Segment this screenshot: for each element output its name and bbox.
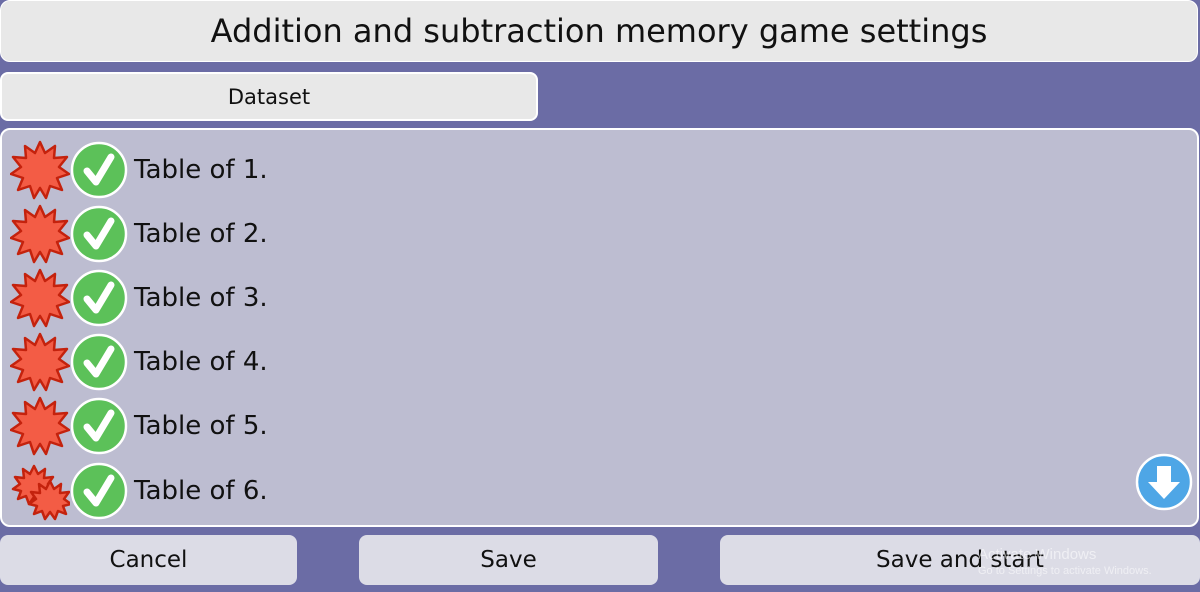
difficulty-burst-icon: [10, 204, 70, 264]
list-item[interactable]: Table of 2.: [10, 204, 268, 264]
save-button[interactable]: Save: [359, 535, 658, 585]
scroll-down-arrow-icon[interactable]: [1135, 453, 1193, 511]
save-and-start-button[interactable]: Save and start: [720, 535, 1200, 585]
list-item-label: Table of 2.: [134, 219, 268, 249]
checkbox-checked-icon[interactable]: [70, 397, 128, 455]
difficulty-burst-icon: [10, 140, 70, 200]
list-item[interactable]: Table of 6.: [10, 461, 268, 521]
checkbox-checked-icon[interactable]: [70, 462, 128, 520]
cancel-button-label: Cancel: [109, 547, 188, 573]
dataset-list: Table of 1. Table of 2. Table of 3. Tabl…: [0, 128, 1199, 527]
list-item[interactable]: Table of 5.: [10, 396, 268, 456]
list-item[interactable]: Table of 4.: [10, 332, 268, 392]
page-title: Addition and subtraction memory game set…: [0, 0, 1198, 62]
tab-dataset-label: Dataset: [227, 84, 311, 109]
cancel-button[interactable]: Cancel: [0, 535, 297, 585]
save-button-label: Save: [480, 547, 537, 573]
list-item-label: Table of 5.: [134, 411, 268, 441]
difficulty-burst-icon: [10, 396, 70, 456]
checkbox-checked-icon[interactable]: [70, 269, 128, 327]
list-item-label: Table of 6.: [134, 476, 268, 506]
list-item[interactable]: Table of 3.: [10, 268, 268, 328]
list-item[interactable]: Table of 1.: [10, 140, 268, 200]
checkbox-checked-icon[interactable]: [70, 205, 128, 263]
list-item-label: Table of 4.: [134, 347, 268, 377]
list-item-label: Table of 3.: [134, 283, 268, 313]
checkbox-checked-icon[interactable]: [70, 141, 128, 199]
difficulty-burst-icon: [10, 332, 70, 392]
save-and-start-button-label: Save and start: [876, 547, 1044, 573]
list-item-label: Table of 1.: [134, 155, 268, 185]
page-title-text: Addition and subtraction memory game set…: [210, 12, 988, 50]
difficulty-burst-icon: [10, 268, 70, 328]
difficulty-double-burst-icon: [10, 461, 70, 521]
tab-dataset[interactable]: Dataset: [0, 72, 538, 121]
checkbox-checked-icon[interactable]: [70, 333, 128, 391]
